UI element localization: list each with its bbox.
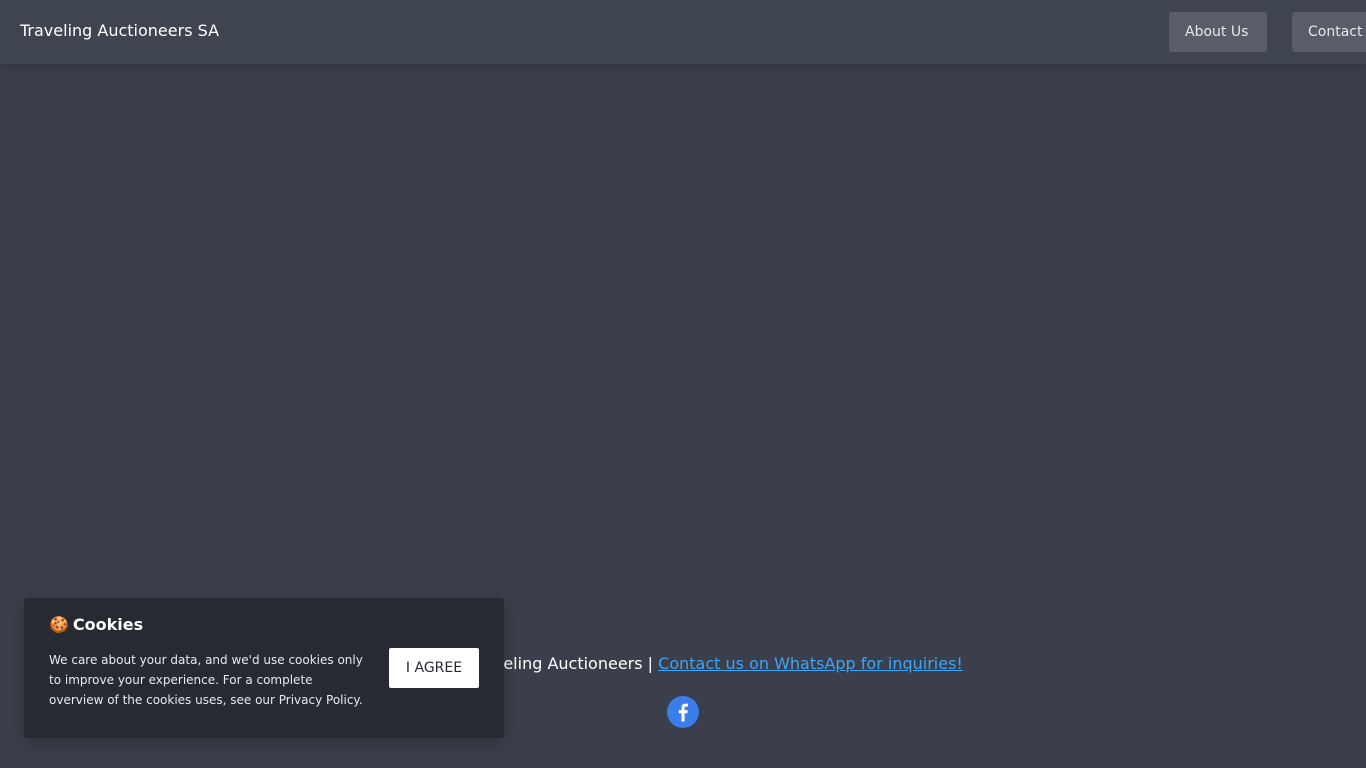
cookie-consent-banner: 🍪 Cookies We care about your data, and we… [24, 598, 504, 738]
site-header: Traveling Auctioneers SA About Us Contac… [0, 0, 1366, 64]
site-brand[interactable]: Traveling Auctioneers SA [20, 20, 219, 42]
nav-contact-button[interactable]: Contact [1292, 12, 1366, 52]
facebook-icon[interactable] [667, 696, 699, 728]
whatsapp-link[interactable]: Contact us on WhatsApp for inquiries! [658, 654, 963, 673]
cookie-description: We care about your data, and we'd use co… [49, 653, 363, 707]
cookie-icon: 🍪 [49, 615, 69, 634]
cookie-title: 🍪 Cookies [49, 614, 143, 636]
main-content [0, 64, 1366, 624]
cookie-agree-button[interactable]: I AGREE [389, 648, 479, 688]
cookie-title-text: Cookies [72, 615, 144, 634]
nav-about-us-button[interactable]: About Us [1169, 12, 1267, 52]
